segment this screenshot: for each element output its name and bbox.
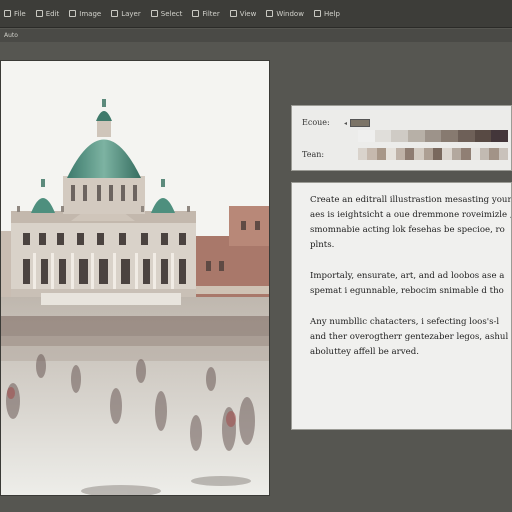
- toolbar-item-file[interactable]: File: [4, 10, 26, 18]
- text-line: plnts.: [310, 240, 335, 250]
- color-swatch[interactable]: [479, 148, 490, 160]
- swatch-label-bottom: Tean:: [302, 150, 325, 159]
- help-icon: [313, 10, 321, 17]
- swatch-row-bottom[interactable]: [358, 148, 508, 160]
- paragraph-2: Importaly, ensurate, art, and ad loobos …: [310, 269, 507, 299]
- basilica-illustration: [1, 61, 269, 495]
- color-swatch[interactable]: [489, 148, 499, 160]
- color-swatch[interactable]: [458, 130, 475, 142]
- toolbar-label: Edit: [45, 9, 60, 18]
- color-swatch[interactable]: [424, 130, 442, 142]
- edit-icon: [35, 10, 43, 17]
- color-swatch[interactable]: [451, 148, 462, 160]
- text-panel[interactable]: Create an editrall illustrastion mesasti…: [291, 182, 512, 430]
- toolbar-label: Select: [160, 9, 183, 18]
- color-swatch[interactable]: [461, 148, 471, 160]
- layer-icon: [111, 10, 119, 17]
- toolbar-label: Filter: [202, 9, 220, 18]
- toolbar-item-edit[interactable]: Edit: [35, 9, 60, 18]
- color-swatch[interactable]: [423, 148, 433, 160]
- text-line: Any numbllic chatacters, i sefecting loo…: [310, 317, 500, 327]
- options-bar-label[interactable]: Auto: [4, 32, 18, 39]
- toolbar-label: View: [239, 9, 257, 18]
- toolbar-label: Help: [323, 9, 340, 18]
- toolbar-item-layer[interactable]: Layer: [111, 10, 141, 18]
- color-swatch[interactable]: [374, 130, 392, 142]
- color-swatch[interactable]: [433, 148, 443, 160]
- color-swatch[interactable]: [395, 148, 405, 160]
- caret-left-icon: ◂: [344, 120, 348, 127]
- toolbar-item-filter[interactable]: Filter: [192, 9, 220, 18]
- text-line: smomnabie acting lok fesehas be specioe,…: [310, 225, 505, 235]
- window-icon: [266, 10, 274, 17]
- text-line: Importaly, ensurate, art, and ad loobos …: [310, 271, 505, 281]
- paragraph-3: Any numbllic chatacters, i sefecting loo…: [310, 315, 509, 360]
- color-swatch[interactable]: [414, 148, 424, 160]
- color-swatch[interactable]: [367, 148, 377, 160]
- color-swatch[interactable]: [474, 130, 492, 142]
- toolbar-label: Image: [79, 9, 102, 18]
- text-line: Create an editrall illustrastion mesasti…: [310, 195, 512, 205]
- color-swatch[interactable]: [441, 130, 459, 142]
- toolbar-label: File: [14, 9, 26, 18]
- file-icon: [4, 10, 11, 17]
- primary-color-chip[interactable]: [350, 119, 370, 127]
- color-swatch[interactable]: [442, 148, 452, 160]
- toolbar-item-image[interactable]: Image: [69, 10, 101, 18]
- toolbar-item-window[interactable]: Window: [266, 10, 304, 18]
- swatch-label-top: Ecoue:: [302, 118, 330, 127]
- top-toolbar: File Edit Image Layer Select Filter View…: [0, 0, 512, 28]
- options-bar: Auto: [0, 29, 512, 42]
- image-canvas[interactable]: [0, 60, 270, 496]
- color-swatch[interactable]: [498, 148, 508, 160]
- color-swatch[interactable]: [358, 130, 375, 142]
- filter-icon: [192, 10, 200, 17]
- color-swatch[interactable]: [408, 130, 425, 142]
- select-icon: [150, 10, 158, 17]
- color-swatch[interactable]: [470, 148, 480, 160]
- toolbar-item-select[interactable]: Select: [150, 9, 183, 18]
- toolbar-label: Window: [276, 9, 304, 18]
- toolbar-item-view[interactable]: View: [229, 9, 257, 18]
- image-icon: [69, 10, 77, 17]
- text-line: and ther overogtherr gentezaber legos, a…: [310, 332, 509, 342]
- toolbar-item-help[interactable]: Help: [313, 9, 340, 18]
- color-swatch-panel: Ecoue: ◂ Tean:: [291, 105, 512, 171]
- view-icon: [229, 10, 237, 17]
- text-line: aes is ieightsicht a oue dremmone roveim…: [310, 210, 512, 220]
- toolbar-label: Layer: [121, 9, 141, 18]
- text-line: aboluttey affell be arved.: [310, 347, 419, 357]
- paragraph-1: Create an editrall illustrastion mesasti…: [310, 193, 512, 253]
- color-swatch[interactable]: [358, 148, 368, 160]
- text-line: spemat i egunnable, rebocim snimable d t…: [310, 286, 504, 296]
- color-swatch[interactable]: [391, 130, 409, 142]
- color-swatch[interactable]: [491, 130, 509, 142]
- swatch-row-top[interactable]: [358, 130, 509, 142]
- color-swatch[interactable]: [404, 148, 415, 160]
- color-swatch[interactable]: [386, 148, 396, 160]
- color-swatch[interactable]: [376, 148, 387, 160]
